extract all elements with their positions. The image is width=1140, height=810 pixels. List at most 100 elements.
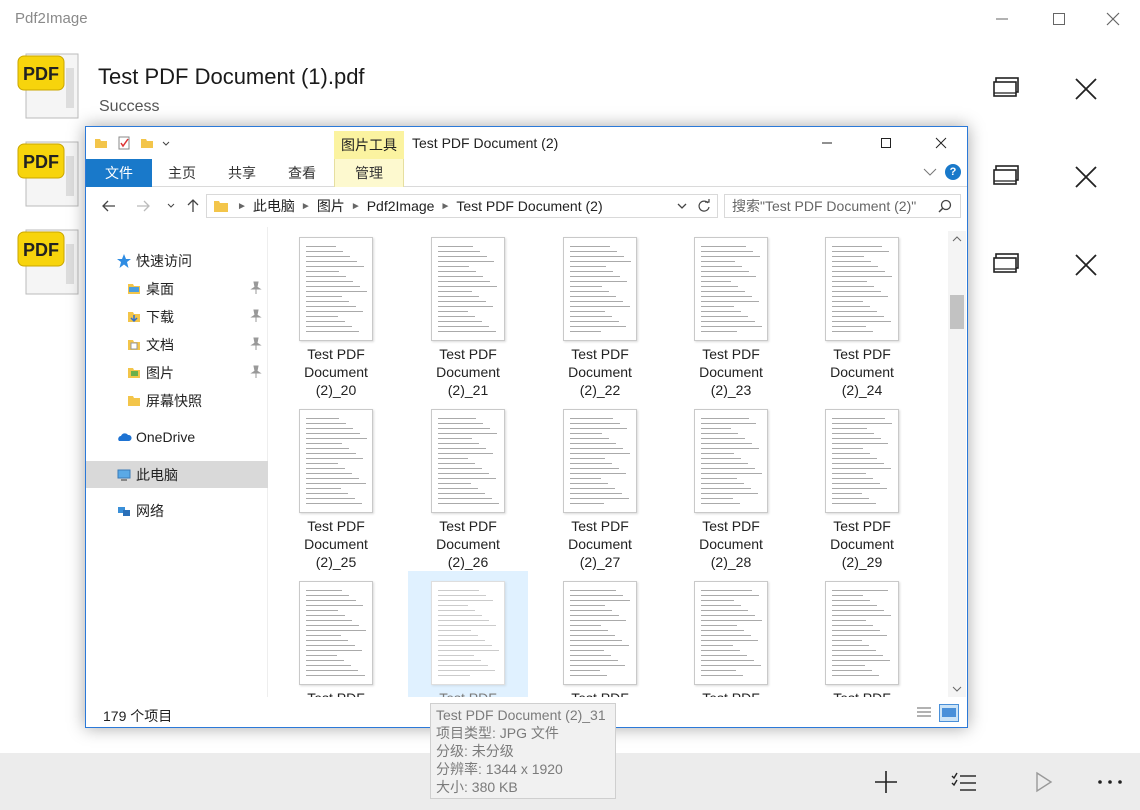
nav-downloads[interactable]: 下载: [86, 303, 268, 330]
preview-icon[interactable]: [990, 164, 1022, 190]
nav-this-pc[interactable]: 此电脑: [86, 461, 268, 488]
expand-ribbon-icon[interactable]: [923, 167, 937, 177]
thumbnail-tile[interactable]: Test PDF Document (2)_28: [671, 399, 791, 570]
text-line: [832, 503, 876, 504]
back-button[interactable]: [100, 197, 118, 215]
text-line: [306, 610, 338, 611]
thumbnail-tile[interactable]: Test PDF Document (2)_20: [276, 227, 396, 398]
remove-file-icon[interactable]: [1073, 76, 1099, 102]
thumbnail-tile[interactable]: Test PDF Document (2)_21: [408, 227, 528, 398]
thumbnail-tile[interactable]: Test PDFDocument(2)_31: [408, 571, 528, 697]
text-line: [570, 635, 615, 636]
nav-screenshots[interactable]: 屏幕快照: [86, 387, 268, 414]
file-row[interactable]: PDF Test PDF Document (1).pdf Success: [0, 50, 1140, 134]
folder-icon[interactable]: [94, 136, 108, 150]
forward-button[interactable]: [134, 197, 152, 215]
select-list-button[interactable]: [944, 763, 984, 801]
text-line: [701, 306, 734, 307]
pin-icon[interactable]: [250, 337, 262, 351]
thumbnail-tile[interactable]: Test PDFDocument(2)_33: [671, 571, 791, 697]
nav-pictures[interactable]: 图片: [86, 359, 268, 386]
breadcrumb-pdf2image[interactable]: Pdf2Image: [367, 198, 435, 214]
preview-icon[interactable]: [990, 252, 1022, 278]
scroll-up-icon[interactable]: [952, 235, 962, 243]
text-line: [701, 665, 761, 666]
pin-icon[interactable]: [250, 365, 262, 379]
remove-file-icon[interactable]: [1073, 252, 1099, 278]
nav-desktop[interactable]: 桌面: [86, 275, 268, 302]
text-line: [306, 331, 359, 332]
remove-file-icon[interactable]: [1073, 164, 1099, 190]
nav-quick-access[interactable]: 快速访问: [86, 247, 268, 274]
text-line: [570, 246, 610, 247]
tooltip-rating: 分级: 未分级: [436, 743, 514, 759]
text-line: [570, 468, 619, 469]
help-icon[interactable]: ?: [945, 164, 961, 180]
text-line: [832, 458, 877, 459]
chevron-down-icon[interactable]: [677, 203, 687, 211]
scroll-down-icon[interactable]: [952, 685, 962, 693]
breadcrumb-current[interactable]: Test PDF Document (2): [456, 198, 602, 214]
text-line: [438, 433, 497, 434]
add-file-button[interactable]: [866, 763, 906, 801]
text-line: [306, 246, 336, 247]
explorer-close-button[interactable]: [918, 127, 964, 159]
search-input[interactable]: 搜索"Test PDF Document (2)": [724, 194, 961, 218]
thumbnail-tile[interactable]: Test PDF Document (2)_26: [408, 399, 528, 570]
thumbnail-tile[interactable]: Test PDFDocument(2)_32: [540, 571, 660, 697]
text-line: [438, 296, 479, 297]
refresh-icon[interactable]: [697, 199, 711, 213]
new-folder-icon[interactable]: [140, 136, 154, 150]
up-button[interactable]: [184, 197, 202, 215]
search-icon[interactable]: [938, 199, 952, 213]
text-line: [832, 493, 862, 494]
nav-network[interactable]: 网络: [86, 497, 268, 524]
properties-icon[interactable]: [116, 135, 132, 151]
text-line: [570, 478, 601, 479]
tab-manage[interactable]: 管理: [334, 159, 404, 187]
text-line: [570, 590, 616, 591]
text-line: [832, 296, 888, 297]
more-button[interactable]: [1090, 763, 1130, 801]
minimize-button[interactable]: [979, 0, 1025, 38]
pin-icon[interactable]: [250, 309, 262, 323]
maximize-button[interactable]: [1036, 0, 1082, 38]
thumbnail-tile[interactable]: Test PDF Document (2)_22: [540, 227, 660, 398]
pin-icon[interactable]: [250, 281, 262, 295]
vertical-scrollbar[interactable]: [948, 231, 966, 697]
page-thumbnail: [299, 237, 373, 341]
details-view-icon[interactable]: [914, 704, 934, 722]
tab-file[interactable]: 文件: [86, 159, 152, 187]
thumbnail-tile[interactable]: Test PDFDocument(2)_30: [276, 571, 396, 697]
preview-icon[interactable]: [990, 76, 1022, 102]
tab-share[interactable]: 共享: [212, 159, 272, 187]
text-line: [306, 266, 364, 267]
address-bar[interactable]: ► 此电脑 ► 图片 ► Pdf2Image ► Test PDF Docume…: [206, 194, 718, 218]
explorer-minimize-button[interactable]: [804, 127, 850, 159]
thumbnail-tile[interactable]: Test PDF Document (2)_25: [276, 399, 396, 570]
close-button[interactable]: [1090, 0, 1136, 38]
address-row: ► 此电脑 ► 图片 ► Pdf2Image ► Test PDF Docume…: [86, 191, 967, 221]
text-line: [570, 615, 619, 616]
text-line: [306, 271, 339, 272]
thumbnail-tile[interactable]: Test PDF Document (2)_24: [802, 227, 922, 398]
large-icons-view-icon[interactable]: [939, 704, 959, 722]
tab-home[interactable]: 主页: [152, 159, 212, 187]
explorer-maximize-button[interactable]: [863, 127, 909, 159]
chevron-down-icon[interactable]: [162, 139, 170, 147]
text-line: [701, 675, 743, 676]
start-button[interactable]: [1024, 763, 1064, 801]
breadcrumb-this-pc[interactable]: 此电脑: [253, 196, 295, 216]
thumbnail-tile[interactable]: Test PDF Document (2)_23: [671, 227, 791, 398]
breadcrumb-pictures[interactable]: 图片: [317, 196, 345, 216]
thumbnail-tile[interactable]: Test PDF Document (2)_29: [802, 399, 922, 570]
scrollbar-thumb[interactable]: [950, 295, 964, 329]
tooltip-type: 项目类型: JPG 文件: [436, 725, 559, 741]
text-line: [832, 473, 866, 474]
thumbnail-tile[interactable]: Test PDF Document (2)_27: [540, 399, 660, 570]
thumbnail-tile[interactable]: Test PDFDocument(2)_34: [802, 571, 922, 697]
nav-documents[interactable]: 文档: [86, 331, 268, 358]
recent-locations-button[interactable]: [162, 197, 180, 215]
tab-view[interactable]: 查看: [272, 159, 332, 187]
nav-onedrive[interactable]: OneDrive: [86, 423, 268, 450]
